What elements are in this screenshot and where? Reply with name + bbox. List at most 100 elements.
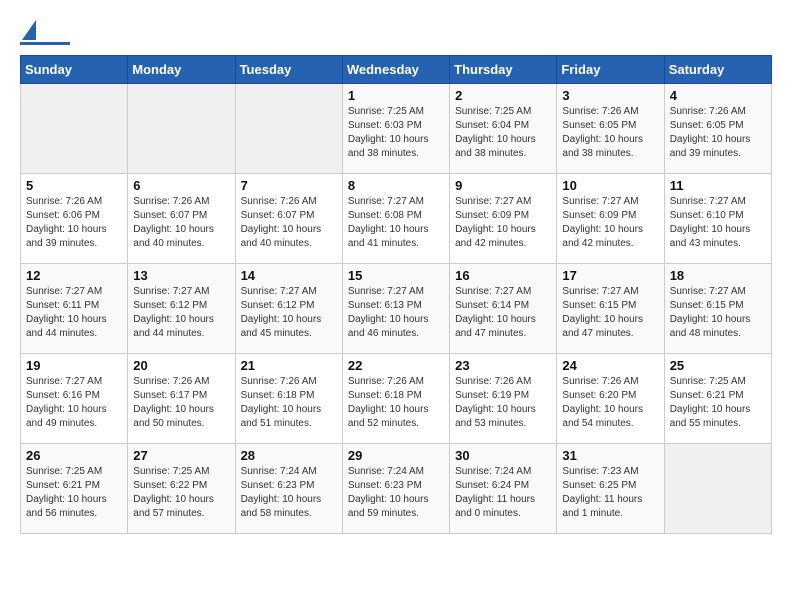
calendar-cell: 9 Sunrise: 7:27 AMSunset: 6:09 PMDaylight… (450, 174, 557, 264)
day-info: Sunrise: 7:27 AMSunset: 6:10 PMDaylight:… (670, 195, 766, 251)
calendar-week-row: 26Sunrise: 7:25 AMSunset: 6:21 PMDayligh… (21, 444, 772, 534)
day-info: Sunrise: 7:27 AMSunset: 6:09 PMDaylight:… (562, 195, 658, 251)
calendar-cell: 21 Sunrise: 7:26 AMSunset: 6:18 PMDayligh… (235, 354, 342, 444)
calendar-cell: 8 Sunrise: 7:27 AMSunset: 6:08 PMDaylight… (342, 174, 449, 264)
day-info: Sunrise: 7:27 AMSunset: 6:16 PMDaylight:… (26, 375, 122, 431)
logo-triangle-icon (22, 20, 36, 40)
weekday-header: Sunday (21, 56, 128, 84)
day-info: Sunrise: 7:25 AMSunset: 6:22 PMDaylight:… (133, 465, 229, 521)
calendar-cell (664, 444, 771, 534)
day-number: 1 (348, 88, 444, 103)
day-number: 3 (562, 88, 658, 103)
day-info: Sunrise: 7:27 AMSunset: 6:13 PMDaylight:… (348, 285, 444, 341)
weekday-header: Saturday (664, 56, 771, 84)
logo (20, 20, 70, 45)
day-info: Sunrise: 7:24 AMSunset: 6:23 PMDaylight:… (241, 465, 337, 521)
day-number: 31 (562, 448, 658, 463)
calendar-week-row: 5Sunrise: 7:26 AMSunset: 6:06 PMDaylight… (21, 174, 772, 264)
day-info: Sunrise: 7:24 AMSunset: 6:23 PMDaylight:… (348, 465, 444, 521)
calendar-cell: 31 Sunrise: 7:23 AMSunset: 6:25 PMDayligh… (557, 444, 664, 534)
weekday-header: Thursday (450, 56, 557, 84)
calendar-cell: 12 Sunrise: 7:27 AMSunset: 6:11 PMDayligh… (21, 264, 128, 354)
day-number: 14 (241, 268, 337, 283)
calendar-cell: 27 Sunrise: 7:25 AMSunset: 6:22 PMDayligh… (128, 444, 235, 534)
day-number: 16 (455, 268, 551, 283)
day-number: 27 (133, 448, 229, 463)
calendar-cell: 1 Sunrise: 7:25 AMSunset: 6:03 PMDaylight… (342, 84, 449, 174)
calendar-cell (128, 84, 235, 174)
day-number: 12 (26, 268, 122, 283)
calendar-cell: 15 Sunrise: 7:27 AMSunset: 6:13 PMDayligh… (342, 264, 449, 354)
day-info: Sunrise: 7:26 AMSunset: 6:18 PMDaylight:… (241, 375, 337, 431)
calendar-cell: 3 Sunrise: 7:26 AMSunset: 6:05 PMDaylight… (557, 84, 664, 174)
day-number: 25 (670, 358, 766, 373)
calendar-cell: 18Sunrise: 7:27 AMSunset: 6:15 PMDayligh… (664, 264, 771, 354)
day-number: 28 (241, 448, 337, 463)
calendar-cell: 20 Sunrise: 7:26 AMSunset: 6:17 PMDayligh… (128, 354, 235, 444)
calendar-cell: 17Sunrise: 7:27 AMSunset: 6:15 PMDayligh… (557, 264, 664, 354)
calendar-cell: 25Sunrise: 7:25 AMSunset: 6:21 PMDayligh… (664, 354, 771, 444)
calendar-cell: 30 Sunrise: 7:24 AMSunset: 6:24 PMDayligh… (450, 444, 557, 534)
day-info: Sunrise: 7:27 AMSunset: 6:15 PMDaylight:… (562, 285, 658, 341)
day-info: Sunrise: 7:26 AMSunset: 6:19 PMDaylight:… (455, 375, 551, 431)
calendar-cell: 13Sunrise: 7:27 AMSunset: 6:12 PMDayligh… (128, 264, 235, 354)
day-number: 4 (670, 88, 766, 103)
day-number: 20 (133, 358, 229, 373)
calendar-cell: 11 Sunrise: 7:27 AMSunset: 6:10 PMDayligh… (664, 174, 771, 264)
calendar-cell: 24Sunrise: 7:26 AMSunset: 6:20 PMDayligh… (557, 354, 664, 444)
day-info: Sunrise: 7:27 AMSunset: 6:09 PMDaylight:… (455, 195, 551, 251)
calendar-cell: 26Sunrise: 7:25 AMSunset: 6:21 PMDayligh… (21, 444, 128, 534)
calendar-header: SundayMondayTuesdayWednesdayThursdayFrid… (21, 56, 772, 84)
day-info: Sunrise: 7:26 AMSunset: 6:07 PMDaylight:… (241, 195, 337, 251)
weekday-header: Wednesday (342, 56, 449, 84)
calendar-cell: 10 Sunrise: 7:27 AMSunset: 6:09 PMDayligh… (557, 174, 664, 264)
calendar-cell (21, 84, 128, 174)
calendar-cell: 28 Sunrise: 7:24 AMSunset: 6:23 PMDayligh… (235, 444, 342, 534)
calendar-table: SundayMondayTuesdayWednesdayThursdayFrid… (20, 55, 772, 534)
calendar-cell: 16 Sunrise: 7:27 AMSunset: 6:14 PMDayligh… (450, 264, 557, 354)
day-number: 24 (562, 358, 658, 373)
calendar-cell: 19Sunrise: 7:27 AMSunset: 6:16 PMDayligh… (21, 354, 128, 444)
calendar-cell: 5Sunrise: 7:26 AMSunset: 6:06 PMDaylight… (21, 174, 128, 264)
day-info: Sunrise: 7:23 AMSunset: 6:25 PMDaylight:… (562, 465, 658, 521)
calendar-cell: 4 Sunrise: 7:26 AMSunset: 6:05 PMDaylight… (664, 84, 771, 174)
day-info: Sunrise: 7:27 AMSunset: 6:11 PMDaylight:… (26, 285, 122, 341)
page-header (20, 20, 772, 45)
calendar-cell (235, 84, 342, 174)
calendar-week-row: 12 Sunrise: 7:27 AMSunset: 6:11 PMDayligh… (21, 264, 772, 354)
day-number: 11 (670, 178, 766, 193)
day-number: 22 (348, 358, 444, 373)
calendar-cell: 2Sunrise: 7:25 AMSunset: 6:04 PMDaylight… (450, 84, 557, 174)
weekday-row: SundayMondayTuesdayWednesdayThursdayFrid… (21, 56, 772, 84)
day-info: Sunrise: 7:27 AMSunset: 6:12 PMDaylight:… (133, 285, 229, 341)
day-info: Sunrise: 7:27 AMSunset: 6:12 PMDaylight:… (241, 285, 337, 341)
day-number: 9 (455, 178, 551, 193)
day-info: Sunrise: 7:26 AMSunset: 6:05 PMDaylight:… (670, 105, 766, 161)
calendar-week-row: 1 Sunrise: 7:25 AMSunset: 6:03 PMDaylight… (21, 84, 772, 174)
day-number: 15 (348, 268, 444, 283)
day-info: Sunrise: 7:27 AMSunset: 6:08 PMDaylight:… (348, 195, 444, 251)
day-info: Sunrise: 7:24 AMSunset: 6:24 PMDaylight:… (455, 465, 551, 521)
calendar-cell: 14 Sunrise: 7:27 AMSunset: 6:12 PMDayligh… (235, 264, 342, 354)
day-info: Sunrise: 7:25 AMSunset: 6:03 PMDaylight:… (348, 105, 444, 161)
day-number: 23 (455, 358, 551, 373)
day-info: Sunrise: 7:27 AMSunset: 6:14 PMDaylight:… (455, 285, 551, 341)
calendar-cell: 7Sunrise: 7:26 AMSunset: 6:07 PMDaylight… (235, 174, 342, 264)
day-info: Sunrise: 7:26 AMSunset: 6:05 PMDaylight:… (562, 105, 658, 161)
logo-underline (20, 42, 70, 45)
day-number: 26 (26, 448, 122, 463)
calendar-cell: 22Sunrise: 7:26 AMSunset: 6:18 PMDayligh… (342, 354, 449, 444)
calendar-cell: 29 Sunrise: 7:24 AMSunset: 6:23 PMDayligh… (342, 444, 449, 534)
calendar-body: 1 Sunrise: 7:25 AMSunset: 6:03 PMDaylight… (21, 84, 772, 534)
day-info: Sunrise: 7:26 AMSunset: 6:17 PMDaylight:… (133, 375, 229, 431)
day-number: 8 (348, 178, 444, 193)
day-number: 29 (348, 448, 444, 463)
day-number: 30 (455, 448, 551, 463)
day-info: Sunrise: 7:25 AMSunset: 6:04 PMDaylight:… (455, 105, 551, 161)
calendar-cell: 6Sunrise: 7:26 AMSunset: 6:07 PMDaylight… (128, 174, 235, 264)
day-number: 18 (670, 268, 766, 283)
calendar-week-row: 19Sunrise: 7:27 AMSunset: 6:16 PMDayligh… (21, 354, 772, 444)
day-info: Sunrise: 7:26 AMSunset: 6:06 PMDaylight:… (26, 195, 122, 251)
day-number: 21 (241, 358, 337, 373)
day-number: 10 (562, 178, 658, 193)
